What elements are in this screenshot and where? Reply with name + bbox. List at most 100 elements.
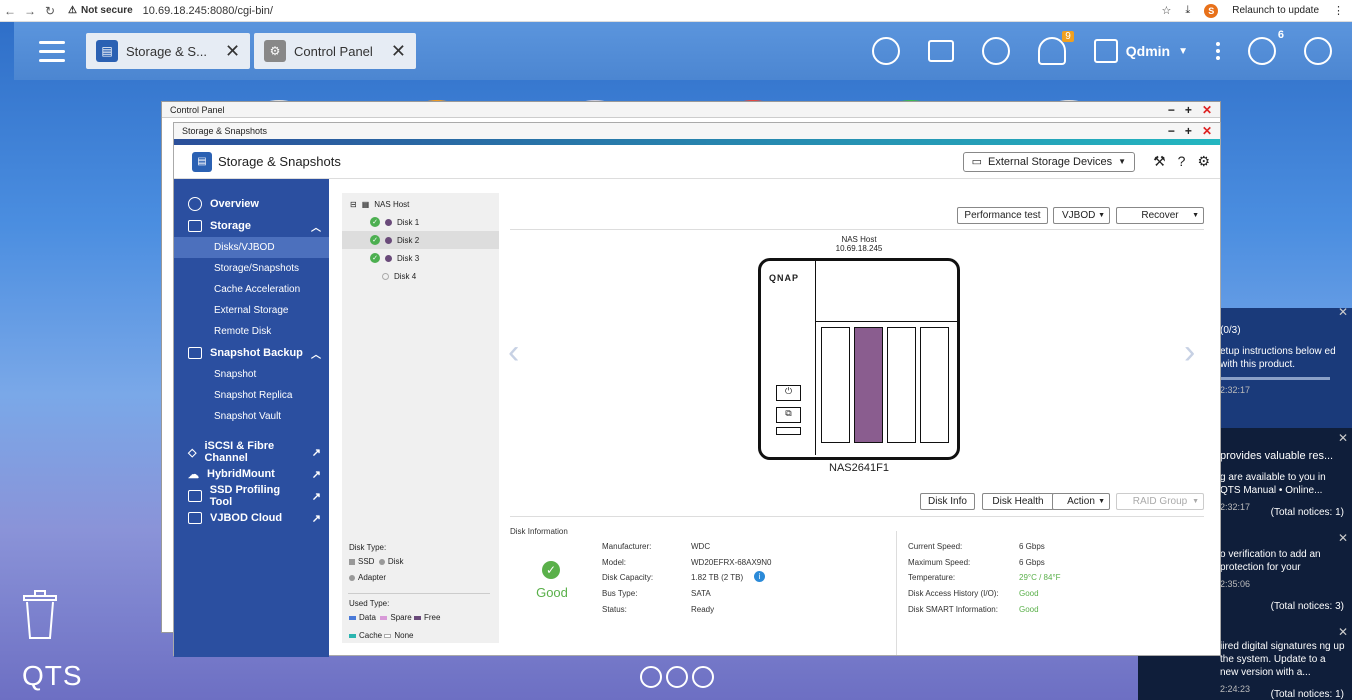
sidebar-item-hybridmount[interactable]: ☁ HybridMount ↗: [174, 463, 329, 485]
tree-disk-1[interactable]: ✓ Disk 1: [342, 213, 499, 231]
help-icon[interactable]: ?: [1178, 153, 1186, 170]
legend-label: Disk: [387, 557, 404, 566]
search-icon[interactable]: [871, 37, 900, 65]
close-icon[interactable]: ✕: [1338, 626, 1348, 639]
background-tasks-icon[interactable]: [927, 40, 954, 62]
action-label: Action: [1067, 496, 1095, 507]
disk-info-button[interactable]: Disk Info: [920, 493, 975, 510]
legend-label: Data: [359, 613, 376, 622]
info-label: Status:: [602, 605, 627, 614]
profile-avatar[interactable]: S: [1204, 3, 1219, 18]
main-menu-icon[interactable]: [28, 27, 76, 75]
recover-dropdown[interactable]: Recover ▼: [1116, 207, 1204, 224]
bell-icon[interactable]: 9: [1037, 31, 1074, 65]
minimize-icon[interactable]: −: [1168, 124, 1175, 138]
security-indicator[interactable]: ⚠ Not secure: [68, 5, 133, 16]
dashboard-icon[interactable]: [1304, 37, 1332, 65]
gear-icon[interactable]: ⚙: [1197, 153, 1210, 170]
forward-icon[interactable]: →: [20, 4, 40, 18]
reload-icon[interactable]: ↻: [40, 4, 60, 18]
minimize-icon[interactable]: −: [1168, 103, 1175, 117]
more-options-icon[interactable]: [1216, 42, 1220, 60]
download-icon[interactable]: ⤓: [1185, 4, 1190, 17]
trash-icon[interactable]: [20, 588, 60, 640]
vjbod-dropdown[interactable]: VJBOD ▼: [1053, 207, 1110, 224]
external-devices-label: External Storage Devices: [988, 155, 1113, 168]
legend-title: Used Type:: [349, 599, 390, 608]
nas-model: NAS2641F1: [829, 462, 889, 474]
disk-bay-4[interactable]: [920, 327, 949, 443]
raid-group-dropdown: RAID Group ▼: [1116, 493, 1204, 510]
sidebar-item-snapshot[interactable]: Snapshot: [174, 364, 329, 385]
sidebar-item-storage[interactable]: Storage ︿: [174, 215, 329, 237]
notification-card[interactable]: ✕ provides valuable res... g are availab…: [1216, 432, 1352, 528]
notification-card[interactable]: ✕ iired digital signatures ng up the sys…: [1216, 626, 1352, 700]
address-bar[interactable]: 10.69.18.245:8080/cgi-bin/: [143, 5, 273, 17]
sidebar-item-label: VJBOD Cloud: [210, 512, 283, 524]
close-icon[interactable]: ✕: [1338, 432, 1348, 445]
sidebar-item-cache-acceleration[interactable]: Cache Acceleration: [174, 279, 329, 300]
sidebar-item-ssd-profiling[interactable]: SSD Profiling Tool ↗: [174, 484, 329, 508]
sidebar-item-vjbod-cloud[interactable]: VJBOD Cloud ↗: [174, 507, 329, 529]
dock-icon[interactable]: [666, 666, 688, 688]
tab-control-panel[interactable]: ⚙ Control Panel ✕: [254, 33, 416, 69]
sidebar-item-disks-vjbod[interactable]: Disks/VJBOD: [174, 237, 329, 258]
sidebar-item-overview[interactable]: Overview: [174, 193, 329, 215]
sidebar-item-label: Overview: [210, 198, 259, 210]
close-icon[interactable]: ✕: [225, 41, 240, 62]
back-icon[interactable]: ←: [0, 4, 20, 18]
app-header: ▤ Storage & Snapshots ▭ External Storage…: [174, 145, 1220, 179]
tree-root[interactable]: ⊟ ▦ NAS Host: [342, 195, 499, 213]
chevron-down-icon: ▼: [1098, 498, 1105, 505]
relaunch-button[interactable]: Relaunch to update: [1232, 5, 1319, 16]
external-device-icon[interactable]: [981, 37, 1010, 65]
usb-port-icon: [776, 427, 801, 435]
action-dropdown[interactable]: Action ▼: [1052, 493, 1110, 510]
sidebar-item-snapshot-backup[interactable]: Snapshot Backup ︿: [174, 342, 329, 364]
dock-icon[interactable]: [640, 666, 662, 688]
close-icon[interactable]: ✕: [1202, 124, 1212, 138]
collapse-icon[interactable]: ⊟: [350, 200, 357, 209]
dock-icon[interactable]: [692, 666, 714, 688]
maximize-icon[interactable]: +: [1185, 124, 1192, 138]
notification-body: o verification to add an protection for …: [1220, 549, 1321, 573]
close-icon[interactable]: ✕: [391, 41, 406, 62]
sidebar-item-external-storage[interactable]: External Storage: [174, 300, 329, 321]
disk-information-heading: Disk Information: [510, 527, 568, 536]
info-icon[interactable]: i: [754, 571, 765, 582]
tree-disk-2[interactable]: ✓ Disk 2: [342, 231, 499, 249]
close-icon[interactable]: ✕: [1338, 306, 1348, 319]
disk-bay-1[interactable]: [821, 327, 850, 443]
sidebar-item-remote-disk[interactable]: Remote Disk: [174, 321, 329, 342]
notification-card[interactable]: ✕ o verification to add an protection fo…: [1216, 532, 1352, 624]
sidebar-item-iscsi[interactable]: ◇ iSCSI & Fibre Channel ↗: [174, 440, 329, 464]
performance-test-button[interactable]: Performance test: [957, 207, 1048, 224]
previous-arrow-icon[interactable]: ‹: [508, 333, 519, 372]
notification-time: 2:35:06: [1220, 579, 1251, 589]
notification-body: iired digital signatures ng up the syste…: [1220, 641, 1345, 678]
bookmark-star-icon[interactable]: ☆: [1162, 4, 1172, 17]
disk-icon: [385, 218, 392, 226]
next-arrow-icon[interactable]: ›: [1184, 333, 1195, 372]
tree-disk-4[interactable]: Disk 4: [342, 267, 499, 285]
snapshot-icon: [188, 347, 202, 359]
sidebar-item-snapshot-vault[interactable]: Snapshot Vault: [174, 406, 329, 427]
close-icon[interactable]: ✕: [1338, 532, 1348, 545]
sidebar-item-snapshot-replica[interactable]: Snapshot Replica: [174, 385, 329, 406]
notification-card[interactable]: ✕ (0/3) etup instructions below ed with …: [1216, 306, 1352, 428]
raid-group-label: RAID Group: [1132, 496, 1188, 507]
maximize-icon[interactable]: +: [1185, 103, 1192, 117]
user-menu[interactable]: Qdmin ▼: [1093, 39, 1188, 63]
tree-disk-3[interactable]: ✓ Disk 3: [342, 249, 499, 267]
browser-menu-icon[interactable]: ⋮: [1333, 4, 1344, 17]
external-devices-dropdown[interactable]: ▭ External Storage Devices ▼: [962, 151, 1136, 172]
close-icon[interactable]: ✕: [1202, 103, 1212, 117]
ssd-icon: [188, 490, 202, 502]
tools-icon[interactable]: ⚒: [1153, 153, 1166, 170]
disk-bay-3[interactable]: [887, 327, 916, 443]
sidebar-item-storage-snapshots[interactable]: Storage/Snapshots: [174, 258, 329, 279]
tab-storage[interactable]: ▤ Storage & S... ✕: [86, 33, 251, 69]
disk-bay-2[interactable]: [854, 327, 883, 443]
disk-health-button[interactable]: Disk Health: [982, 493, 1054, 510]
info-icon[interactable]: 6: [1248, 29, 1284, 65]
